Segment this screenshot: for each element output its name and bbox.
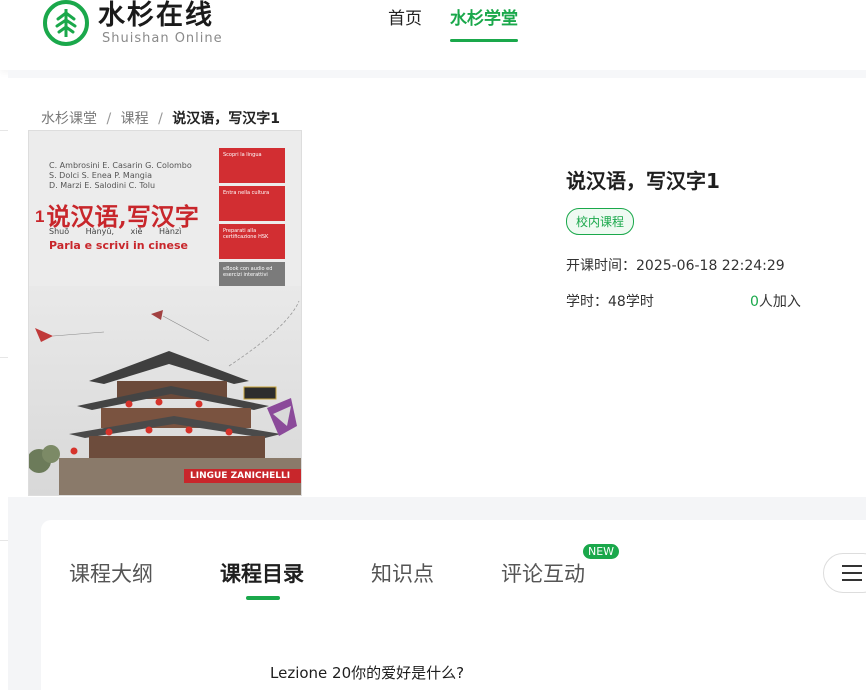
cover-tag: Preparati alla certificazione HSK — [219, 224, 285, 259]
course-hours-row: 学时：48学时 0人加入 — [566, 291, 866, 311]
nav-home[interactable]: 首页 — [388, 8, 422, 42]
tab-syllabus[interactable]: 课程大纲 — [69, 558, 153, 600]
nav-shuishan-academy[interactable]: 水杉学堂 — [450, 8, 518, 42]
breadcrumb-separator: / — [158, 111, 163, 127]
start-time-value: 2025-06-18 22:24:29 — [636, 258, 785, 274]
cover-subtitle: Parla e scrivi in cinese — [49, 239, 188, 252]
joined-count: 0人加入 — [750, 291, 801, 311]
site-logo[interactable]: 水杉在线 Shuishan Online — [43, 0, 223, 50]
edge-mark — [0, 540, 8, 541]
course-start-time: 开课时间：2025-06-18 22:24:29 — [566, 255, 866, 275]
header-divider — [8, 70, 866, 78]
joined-suffix: 人加入 — [758, 294, 801, 310]
breadcrumb-item-courses[interactable]: 课程 — [121, 111, 149, 127]
cover-author-line: S. Dolci S. Enea P. Mangia — [49, 171, 153, 180]
edge-mark — [0, 357, 8, 358]
course-title: 说汉语，写汉字1 — [566, 169, 720, 193]
tab-catalog[interactable]: 课程目录 — [220, 558, 304, 600]
course-cover-image: C. Ambrosini E. Casarin G. Colombo S. Do… — [28, 130, 302, 496]
cover-pinyin: Shuō Hànyǔ, xiě Hànzì — [49, 227, 182, 236]
tab-comments[interactable]: 评论互动 NEW — [501, 544, 620, 600]
edge-mark — [0, 130, 8, 131]
cover-tag: Scopri la lingua — [219, 148, 285, 183]
top-header: 水杉在线 Shuishan Online 首页 水杉学堂 — [0, 0, 866, 70]
logo-subtitle: Shuishan Online — [102, 31, 223, 46]
tree-logo-icon — [43, 0, 89, 46]
cover-tags: Scopri la lingua Entra nella cultura Pre… — [219, 148, 285, 301]
drum-tower-photo — [29, 286, 301, 495]
course-tabs: 课程大纲 课程目录 知识点 评论互动 NEW — [69, 544, 652, 600]
breadcrumb-current: 说汉语，写汉字1 — [172, 111, 280, 127]
breadcrumb-item-shuishan-classroom[interactable]: 水杉课堂 — [41, 111, 97, 127]
cover-authors: C. Ambrosini E. Casarin G. Colombo S. Do… — [49, 161, 192, 191]
course-content-panel: 课程大纲 课程目录 知识点 评论互动 NEW Lezione 20你的爱好是什么… — [41, 520, 866, 690]
tab-comments-label: 评论互动 — [501, 562, 585, 586]
lesson-title[interactable]: Lezione 20你的爱好是什么? — [270, 662, 464, 683]
joined-number: 0 — [750, 294, 759, 310]
new-badge: NEW — [583, 544, 620, 559]
cover-author-line: D. Marzi E. Salodini C. Tolu — [49, 181, 156, 190]
tab-knowledge-points[interactable]: 知识点 — [371, 558, 434, 600]
menu-toggle-button[interactable] — [823, 553, 866, 593]
logo-name: 水杉在线 — [98, 0, 214, 31]
cover-publisher: LINGUE ZANICHELLI — [184, 469, 301, 483]
breadcrumb: 水杉课堂 / 课程 / 说汉语，写汉字1 — [41, 108, 280, 128]
hours-value: 48学时 — [608, 294, 654, 310]
hours-label: 学时： — [566, 294, 608, 310]
main-nav: 首页 水杉学堂 — [388, 8, 546, 42]
breadcrumb-separator: / — [106, 111, 112, 127]
course-info: 说汉语，写汉字1 校内课程 开课时间：2025-06-18 22:24:29 学… — [566, 165, 866, 311]
cover-author-line: C. Ambrosini E. Casarin G. Colombo — [49, 161, 192, 170]
course-type-badge: 校内课程 — [566, 208, 635, 235]
cover-title-number: 1 — [35, 207, 45, 226]
start-time-label: 开课时间： — [566, 258, 636, 274]
list-menu-icon — [842, 565, 862, 586]
cover-tag: Entra nella cultura — [219, 186, 285, 221]
